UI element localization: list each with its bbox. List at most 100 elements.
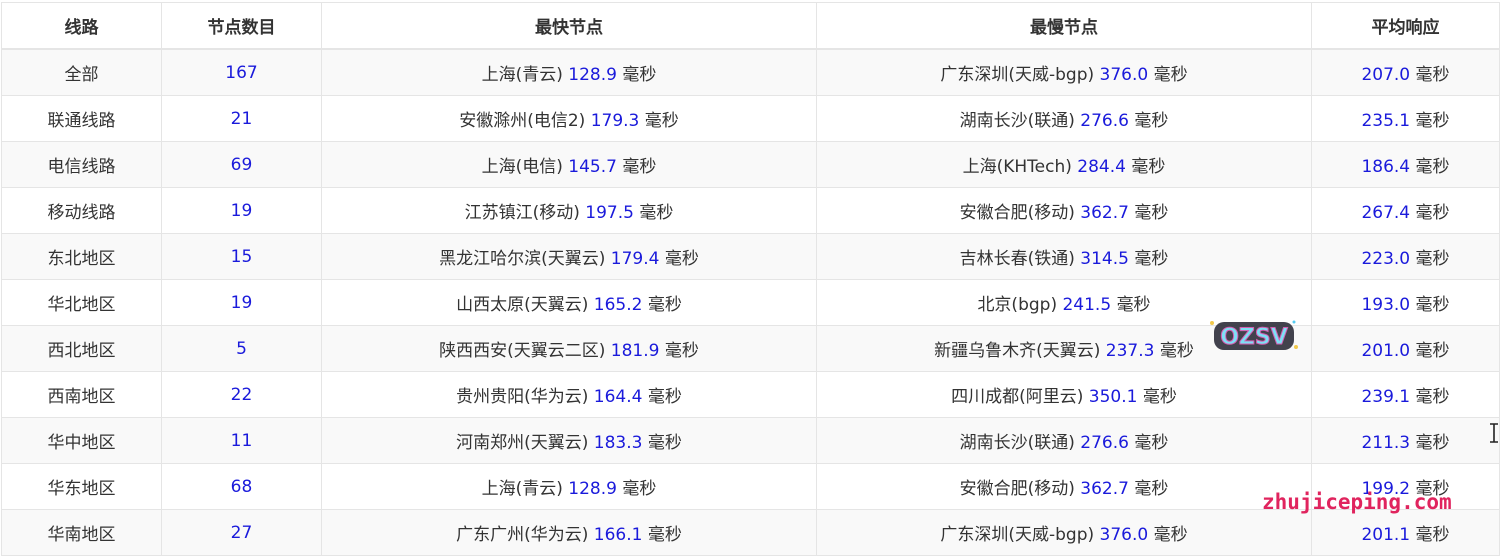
route-name: 西北地区 [47,341,116,361]
ms-unit: 毫秒 [1415,295,1450,315]
average-ms: 235.1 [1361,111,1411,131]
cell-route: 西南地区 [1,371,162,418]
slowest-node-name: 吉林长春(铁通) [959,249,1075,269]
ms-unit: 毫秒 [1415,157,1450,177]
node-count: 5 [236,338,247,359]
ms-unit: 毫秒 [644,111,679,131]
ms-unit: 毫秒 [1415,387,1450,407]
slowest-node-name: 广东深圳(天威-bgp) [940,525,1095,545]
node-count: 19 [230,200,253,221]
route-name: 移动线路 [47,203,116,223]
cell-slowest-node: 湖南长沙(联通) 276.6 毫秒 [816,417,1312,464]
header-average-response[interactable]: 平均响应 [1311,2,1500,50]
cell-fastest-node: 上海(青云) 128.9 毫秒 [321,48,817,96]
average-ms: 211.3 [1361,433,1411,453]
cell-route: 联通线路 [1,95,162,142]
cell-average-response: 235.1 毫秒 [1311,95,1500,142]
cell-average-response: 267.4 毫秒 [1311,187,1500,234]
fastest-node-ms: 183.3 [593,433,643,453]
slowest-node-ms: 376.0 [1099,65,1149,85]
ms-unit: 毫秒 [1131,157,1166,177]
cell-average-response: 193.0 毫秒 [1311,279,1500,326]
average-ms: 186.4 [1361,157,1411,177]
route-name: 联通线路 [47,111,116,131]
route-name: 东北地区 [47,249,116,269]
cell-fastest-node: 江苏镇江(移动) 197.5 毫秒 [321,187,817,234]
route-name: 华东地区 [47,479,116,499]
ms-unit: 毫秒 [1415,111,1450,131]
cell-node-count: 5 [161,325,322,372]
header-node-count[interactable]: 节点数目 [161,2,322,50]
node-count: 68 [230,476,253,497]
cell-node-count: 21 [161,95,322,142]
header-fastest-node[interactable]: 最快节点 [321,2,817,50]
slowest-node-name: 四川成都(阿里云) [951,387,1084,407]
node-count: 22 [230,384,253,405]
ms-unit: 毫秒 [622,479,657,499]
ozsv-logo-watermark: OZSV [1210,320,1298,351]
ms-unit: 毫秒 [1415,341,1450,361]
logo-text: OZSV [1220,325,1288,350]
cell-slowest-node: 安徽合肥(移动) 362.7 毫秒 [816,463,1312,510]
header-route[interactable]: 线路 [1,2,162,50]
ms-unit: 毫秒 [647,387,682,407]
slowest-node-name: 新疆乌鲁木齐(天翼云) [934,341,1101,361]
ms-unit: 毫秒 [647,295,682,315]
cell-route: 移动线路 [1,187,162,234]
average-ms: 193.0 [1361,295,1411,315]
ms-unit: 毫秒 [1134,433,1169,453]
ms-unit: 毫秒 [664,341,699,361]
cell-node-count: 27 [161,509,322,556]
slowest-node-ms: 350.1 [1088,387,1138,407]
node-count: 167 [225,62,258,83]
fastest-node-name: 安徽滁州(电信2) [459,111,586,131]
node-count: 11 [230,430,253,451]
fastest-node-ms: 128.9 [568,479,617,499]
average-ms: 239.1 [1361,387,1411,407]
cell-fastest-node: 陕西西安(天翼云二区) 181.9 毫秒 [321,325,817,372]
fastest-node-name: 贵州贵阳(华为云) [456,387,589,407]
slowest-node-ms: 376.0 [1099,525,1149,545]
cell-route: 华东地区 [1,463,162,510]
slowest-node-name: 安徽合肥(移动) [959,203,1075,223]
cell-average-response: 207.0 毫秒 [1311,48,1500,96]
cell-route: 华南地区 [1,509,162,556]
fastest-node-name: 上海(电信) [481,157,563,177]
slowest-node-ms: 362.7 [1080,203,1129,223]
text-cursor-icon [1490,423,1498,443]
cell-slowest-node: 四川成都(阿里云) 350.1 毫秒 [816,371,1312,418]
ms-unit: 毫秒 [1134,249,1169,269]
ms-unit: 毫秒 [622,65,657,85]
slowest-node-name: 安徽合肥(移动) [959,479,1075,499]
fastest-node-ms: 179.4 [610,249,660,269]
table-row: 华南地区 27 广东广州(华为云) 166.1 毫秒 广东深圳(天威-bgp) 376… [1,509,1500,556]
cell-average-response: 239.1 毫秒 [1311,371,1500,418]
cell-route: 东北地区 [1,233,162,280]
cell-slowest-node: 湖南长沙(联通) 276.6 毫秒 [816,95,1312,142]
latency-summary-table-wrapper: 线路 节点数目 最快节点 最慢节点 平均响应 全部 167 上海(青云) 128.9… [1,2,1500,556]
cell-node-count: 167 [161,48,322,96]
cell-average-response: 223.0 毫秒 [1311,233,1500,280]
node-count: 19 [230,292,253,313]
cell-fastest-node: 广东广州(华为云) 166.1 毫秒 [321,509,817,556]
slowest-node-name: 北京(bgp) [977,295,1058,315]
cell-fastest-node: 山西太原(天翼云) 165.2 毫秒 [321,279,817,326]
cell-fastest-node: 贵州贵阳(华为云) 164.4 毫秒 [321,371,817,418]
ms-unit: 毫秒 [622,157,657,177]
ms-unit: 毫秒 [1142,387,1177,407]
average-ms: 223.0 [1361,249,1411,269]
average-ms: 267.4 [1361,203,1411,223]
cell-slowest-node: 广东深圳(天威-bgp) 376.0 毫秒 [816,48,1312,96]
slowest-node-ms: 276.6 [1080,433,1129,453]
header-slowest-node[interactable]: 最慢节点 [816,2,1312,50]
ms-unit: 毫秒 [1134,479,1169,499]
route-name: 华中地区 [47,433,116,453]
fastest-node-ms: 166.1 [593,525,643,545]
cell-route: 电信线路 [1,141,162,188]
ms-unit: 毫秒 [1159,341,1194,361]
fastest-node-name: 江苏镇江(移动) [464,203,580,223]
ms-unit: 毫秒 [647,525,682,545]
table-header-row: 线路 节点数目 最快节点 最慢节点 平均响应 [1,2,1500,50]
ms-unit: 毫秒 [1415,525,1450,545]
cell-fastest-node: 河南郑州(天翼云) 183.3 毫秒 [321,417,817,464]
